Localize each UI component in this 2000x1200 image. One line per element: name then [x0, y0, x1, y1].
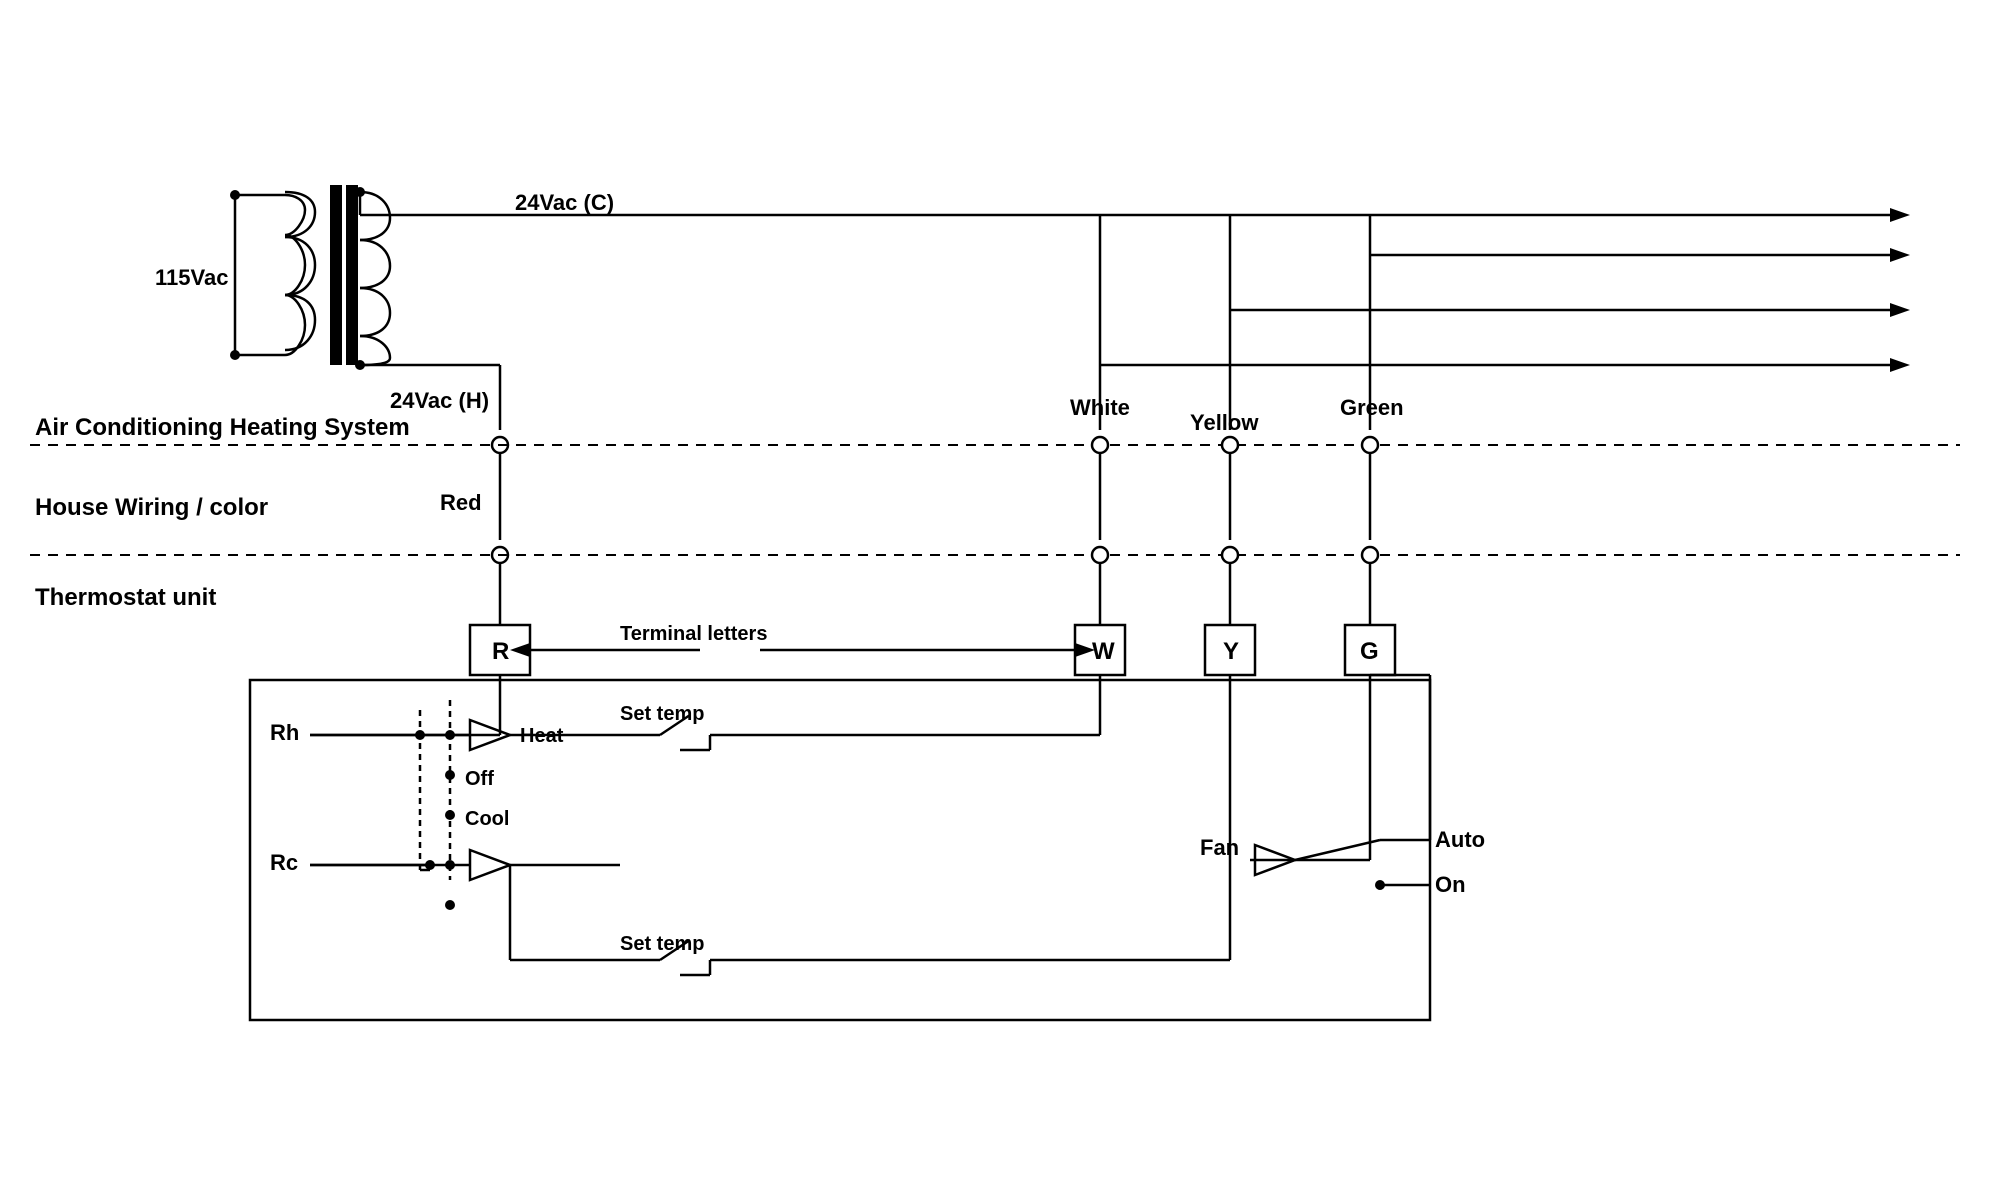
label-set-temp-2: Set temp [620, 933, 704, 955]
label-rh: Rh [270, 720, 299, 745]
label-terminal-letters: Terminal letters [620, 623, 767, 645]
label-house-wiring: House Wiring / color [35, 494, 268, 521]
label-set-temp-1: Set temp [620, 703, 704, 725]
label-green: Green [1340, 395, 1404, 420]
terminal-w: W [1092, 638, 1115, 665]
label-ac-system: Air Conditioning Heating System [35, 414, 410, 441]
label-24vac-h: 24Vac (H) [390, 388, 489, 413]
label-cool: Cool [465, 808, 509, 830]
label-24vac-c: 24Vac (C) [515, 190, 614, 215]
terminal-y: Y [1223, 638, 1239, 665]
label-thermostat: Thermostat unit [35, 584, 216, 611]
label-on: On [1435, 872, 1466, 897]
terminal-g: G [1360, 638, 1379, 665]
label-yellow: Yellow [1190, 410, 1259, 435]
label-auto: Auto [1435, 827, 1485, 852]
label-115vac: 115Vac [155, 265, 228, 290]
label-off: Off [465, 768, 494, 790]
label-red: Red [440, 490, 482, 515]
terminal-r: R [492, 638, 509, 665]
label-rc: Rc [270, 850, 298, 875]
label-fan: Fan [1200, 835, 1239, 860]
label-white: White [1070, 395, 1130, 420]
